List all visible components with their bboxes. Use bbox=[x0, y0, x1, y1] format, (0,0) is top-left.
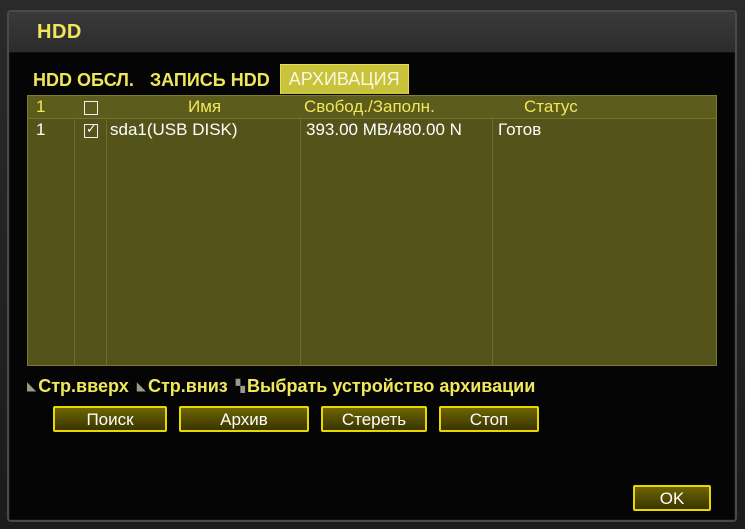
mouse-scroll-up-icon: ◣ bbox=[27, 379, 37, 393]
ok-button[interactable]: OK bbox=[633, 485, 711, 511]
stop-button[interactable]: Стоп bbox=[439, 406, 539, 432]
hint-select-device: ▚ Выбрать устройство архивации bbox=[236, 376, 536, 397]
hint-page-down-label: Стр.вниз bbox=[147, 375, 228, 396]
table-row[interactable]: 1 ✓ sda1(USB DISK) 393.00 MB/480.00 N Го… bbox=[28, 119, 716, 141]
checkmark-icon: ✓ bbox=[86, 122, 97, 136]
select-all-checkbox[interactable] bbox=[84, 99, 104, 121]
header-num: 1 bbox=[36, 97, 46, 116]
tab-hdd-maintenance[interactable]: HDD ОБСЛ. bbox=[27, 65, 140, 94]
header-free: Свобод./Заполн. bbox=[304, 97, 435, 116]
table-header: 1 Имя Свобод./Заполн. Статус bbox=[28, 96, 716, 119]
hdd-dialog: HDD HDD ОБСЛ. ЗАПИСЬ HDD АРХИВАЦИЯ 1 Имя… bbox=[7, 10, 737, 522]
search-button[interactable]: Поиск bbox=[53, 406, 167, 432]
tab-hdd-record[interactable]: ЗАПИСЬ HDD bbox=[144, 65, 276, 94]
row-checkbox[interactable]: ✓ bbox=[84, 122, 104, 144]
hint-bar: ◣ Стр.вверх ◣ Стр.вниз ▚ Выбрать устройс… bbox=[27, 374, 543, 398]
title-bar: HDD bbox=[9, 12, 735, 53]
hint-page-down: ◣ Стр.вниз bbox=[137, 376, 228, 397]
hint-page-up-label: Стр.вверх bbox=[38, 375, 129, 396]
row-device-name: sda1(USB DISK) bbox=[110, 120, 238, 139]
hint-page-up: ◣ Стр.вверх bbox=[27, 376, 129, 397]
row-num: 1 bbox=[36, 120, 46, 139]
tab-bar: HDD ОБСЛ. ЗАПИСЬ HDD АРХИВАЦИЯ bbox=[27, 64, 413, 94]
hint-select-device-label: Выбрать устройство архивации bbox=[246, 375, 536, 396]
archive-button[interactable]: Архив bbox=[179, 406, 309, 432]
window-title: HDD bbox=[37, 21, 82, 43]
erase-button[interactable]: Стереть bbox=[321, 406, 427, 432]
row-status: Готов bbox=[498, 120, 542, 139]
row-free-space: 393.00 MB/480.00 N bbox=[306, 120, 462, 139]
tab-archiving[interactable]: АРХИВАЦИЯ bbox=[279, 64, 409, 94]
checkbox-empty[interactable] bbox=[84, 101, 98, 115]
mouse-right-click-icon: ▚ bbox=[235, 379, 245, 393]
screen: HDD HDD ОБСЛ. ЗАПИСЬ HDD АРХИВАЦИЯ 1 Имя… bbox=[0, 0, 745, 529]
action-buttons: Поиск Архив Стереть Стоп bbox=[53, 406, 551, 432]
device-table: 1 Имя Свобод./Заполн. Статус 1 ✓ sda1(US… bbox=[27, 95, 717, 366]
header-status: Статус bbox=[524, 97, 578, 116]
checkbox-checked[interactable]: ✓ bbox=[84, 122, 98, 138]
mouse-scroll-down-icon: ◣ bbox=[136, 379, 146, 393]
